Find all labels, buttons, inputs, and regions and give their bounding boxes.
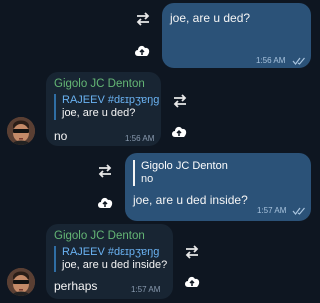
message-time: 1:56 AM (256, 56, 286, 65)
double-check-icon (292, 57, 305, 65)
message-text: joe, are u ded? (170, 11, 251, 25)
reply-text: joe, are u ded? (62, 107, 136, 119)
outgoing-message[interactable]: joe, are u ded? 1:56 AM (162, 3, 311, 68)
share-button[interactable] (179, 268, 205, 294)
reply-author: RAJEEV #dεɪpʒɐŋɡ (62, 94, 160, 106)
share-button[interactable] (92, 189, 118, 215)
forward-arrows-icon (98, 164, 112, 178)
incoming-message[interactable]: Gigolo JC Denton RAJEEV #dεɪpʒɐŋɡ joe, a… (46, 224, 173, 299)
cloud-upload-icon (185, 276, 200, 287)
forward-button[interactable] (167, 88, 193, 114)
outgoing-message[interactable]: Gigolo JC Denton no joe, are u ded insid… (125, 153, 311, 221)
reply-author: RAJEEV #dεɪpʒɐŋɡ (62, 246, 160, 258)
forward-button[interactable] (92, 158, 118, 184)
double-check-icon (292, 207, 305, 215)
incoming-message[interactable]: Gigolo JC Denton RAJEEV #dεɪpʒɐŋɡ joe, a… (46, 72, 161, 146)
message-text: no (54, 129, 68, 143)
forward-arrows-icon (173, 94, 187, 108)
avatar[interactable] (7, 268, 35, 296)
reply-preview[interactable]: Gigolo JC Denton no (133, 160, 228, 186)
avatar-image (7, 117, 35, 145)
forward-arrows-icon (136, 12, 150, 26)
avatar-image (7, 268, 35, 296)
message-text: perhaps (54, 279, 98, 293)
forward-button[interactable] (130, 6, 156, 32)
avatar[interactable] (7, 117, 35, 145)
message-time: 1:57 AM (131, 285, 161, 294)
message-time: 1:56 AM (125, 134, 155, 143)
cloud-upload-icon (98, 197, 113, 208)
sender-name: Gigolo JC Denton (54, 78, 145, 90)
forward-arrows-icon (185, 245, 199, 259)
cloud-upload-icon (135, 45, 150, 56)
share-button[interactable] (129, 37, 155, 63)
forward-button[interactable] (179, 239, 205, 265)
reply-preview[interactable]: RAJEEV #dεɪpʒɐŋɡ joe, are u ded inside? (54, 246, 167, 272)
reply-preview[interactable]: RAJEEV #dεɪpʒɐŋɡ joe, are u ded? (54, 94, 159, 120)
reply-author: Gigolo JC Denton (141, 160, 228, 172)
message-time: 1:57 AM (257, 206, 287, 215)
reply-text: joe, are u ded inside? (62, 259, 168, 271)
message-text: joe, are u ded inside? (133, 193, 248, 207)
sender-name: Gigolo JC Denton (54, 230, 145, 242)
cloud-upload-icon (172, 126, 187, 137)
reply-text: no (141, 173, 154, 185)
share-button[interactable] (166, 118, 192, 144)
